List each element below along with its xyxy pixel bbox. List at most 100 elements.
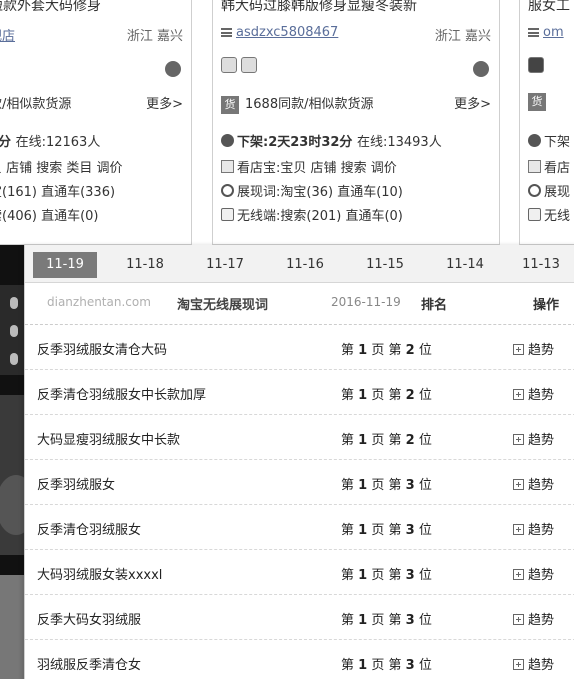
- check-icon: [528, 160, 541, 173]
- product-card-3[interactable]: 服女工 om 货 下架 看店 展现 无线: [519, 0, 574, 245]
- tab-date[interactable]: 11-13: [509, 252, 573, 278]
- tab-date[interactable]: 11-16: [273, 252, 337, 278]
- mobile-stats[interactable]: 无线端:搜索(201) 直通车(0): [237, 209, 403, 224]
- keyword-list: 反季羽绒服女清仓大码 第 1 页 第 2 位 趋势 反季清仓羽绒服女中长款加厚 …: [25, 325, 574, 679]
- more-link[interactable]: 更多>: [146, 93, 183, 112]
- tab-date[interactable]: 11-14: [433, 252, 497, 278]
- product-title[interactable]: 短款外套大码修身: [0, 0, 101, 15]
- keyword-stats[interactable]: 展现词:淘宝(36) 直通车(10): [237, 185, 403, 200]
- rank-cell: 第 1 页 第 2 位: [341, 433, 432, 448]
- status-line: 下架:2天23时32分 在线:13493人: [221, 131, 442, 150]
- keyword-cell: 反季清仓羽绒服女中长款加厚: [37, 388, 207, 403]
- product-title[interactable]: 服女工: [528, 0, 570, 15]
- chat-icon[interactable]: [165, 61, 181, 77]
- wangwang-icon[interactable]: [221, 57, 237, 73]
- image-fragment: [10, 297, 18, 309]
- image-fragment: [10, 353, 18, 365]
- table-row: 反季清仓羽绒服女中长款加厚 第 1 页 第 2 位 趋势: [25, 370, 574, 415]
- tab-date[interactable]: 11-19: [33, 252, 97, 278]
- check-icon: [221, 160, 234, 173]
- badge-icon: [241, 57, 257, 73]
- more-link[interactable]: 更多>: [454, 93, 491, 112]
- shop-link[interactable]: om: [543, 25, 564, 40]
- mobile-stats-row: 无线端:搜索(201) 直通车(0): [221, 205, 403, 224]
- supply-link[interactable]: 1688同款/相似款货源: [245, 97, 373, 112]
- trend-button[interactable]: 趋势: [513, 474, 554, 493]
- status-line: 1分 在线:12163人: [0, 131, 100, 150]
- shop-location: 浙江 嘉兴: [126, 29, 183, 44]
- keyword-cell: 大码显瘦羽绒服女中长款: [37, 433, 181, 448]
- table-row: 反季清仓羽绒服女 第 1 页 第 3 位 趋势: [25, 505, 574, 550]
- shop-row: om: [528, 25, 574, 45]
- phone-icon: [221, 208, 234, 221]
- supply-badge-icon: 货: [221, 95, 239, 114]
- mobile-stats[interactable]: 无线: [544, 209, 570, 224]
- product-card-2[interactable]: 韩大码过膝韩版修身显瘦冬装新 asdzxc5808467 浙江 嘉兴 货 1688…: [212, 0, 500, 245]
- product-title[interactable]: 韩大码过膝韩版修身显瘦冬装新: [221, 0, 417, 15]
- mobile-stats[interactable]: 索(406) 直通车(0): [0, 205, 99, 224]
- person-icon: [221, 184, 234, 197]
- trend-button[interactable]: 趋势: [513, 609, 554, 628]
- trend-button[interactable]: 趋势: [513, 339, 554, 358]
- shop-link[interactable]: 视店: [0, 29, 15, 44]
- image-fragment: [0, 575, 24, 679]
- icon-row: [528, 57, 574, 81]
- menu-icon: [528, 28, 539, 37]
- rank-cell: 第 1 页 第 3 位: [341, 568, 432, 583]
- keyword-stats[interactable]: 展现: [544, 185, 570, 200]
- tab-date[interactable]: 11-15: [353, 252, 417, 278]
- shop-link[interactable]: asdzxc5808467: [236, 25, 338, 40]
- online-count: 在线:12163人: [15, 135, 101, 150]
- header-date: 2016-11-19: [331, 295, 401, 309]
- expand-icon: [513, 479, 524, 490]
- tool-links[interactable]: 看店: [544, 161, 570, 176]
- expand-icon: [513, 524, 524, 535]
- keyword-rank-panel: 11-19 11-18 11-17 11-16 11-15 11-14 11-1…: [24, 245, 574, 679]
- keyword-cell: 反季羽绒服女清仓大码: [37, 343, 168, 358]
- clock-icon: [528, 134, 541, 147]
- keyword-stats[interactable]: 宝(161) 直通车(336): [0, 181, 115, 200]
- rank-cell: 第 1 页 第 3 位: [341, 478, 432, 493]
- brand-watermark: dianzhentan.com: [47, 295, 151, 309]
- delist-time: 1分: [0, 135, 11, 150]
- rank-column-header: 排名: [421, 298, 448, 313]
- table-row: 大码显瘦羽绒服女中长款 第 1 页 第 2 位 趋势: [25, 415, 574, 460]
- trend-button[interactable]: 趋势: [513, 519, 554, 538]
- product-card-1[interactable]: 短款外套大码修身 视店 浙江 嘉兴 款/相似款货源 更多> 1分 在线:1216…: [0, 0, 192, 245]
- supply-row: 货: [528, 93, 574, 115]
- status-line: 下架: [528, 131, 570, 150]
- clock-icon: [221, 134, 234, 147]
- expand-icon: [513, 344, 524, 355]
- keyword-stats-row: 展现: [528, 181, 570, 200]
- menu-icon: [221, 28, 232, 37]
- rank-cell: 第 1 页 第 3 位: [341, 613, 432, 628]
- trend-button[interactable]: 趋势: [513, 429, 554, 448]
- chat-icon[interactable]: [473, 61, 489, 77]
- rank-cell: 第 1 页 第 2 位: [341, 343, 432, 358]
- phone-icon: [528, 208, 541, 221]
- supply-link[interactable]: 款/相似款货源: [0, 97, 71, 112]
- tab-date[interactable]: 11-17: [193, 252, 257, 278]
- trend-button[interactable]: 趋势: [513, 654, 554, 673]
- online-count: 在线:13493人: [356, 135, 442, 150]
- date-tabs: 11-19 11-18 11-17 11-16 11-15 11-14 11-1…: [25, 245, 574, 283]
- tool-links-row: 看店: [528, 157, 570, 176]
- tool-links[interactable]: 贝 店铺 搜索 类目 调价: [0, 157, 123, 176]
- image-fragment: [0, 475, 24, 535]
- supply-row: 货 1688同款/相似款货源 更多>: [221, 93, 491, 115]
- table-row: 反季大码女羽绒服 第 1 页 第 3 位 趋势: [25, 595, 574, 640]
- expand-icon: [513, 434, 524, 445]
- keyword-cell: 反季清仓羽绒服女: [37, 523, 142, 538]
- expand-icon: [513, 614, 524, 625]
- icon-row: [221, 57, 491, 81]
- table-row: 大码羽绒服女装xxxxl 第 1 页 第 3 位 趋势: [25, 550, 574, 595]
- trend-button[interactable]: 趋势: [513, 384, 554, 403]
- supply-badge-icon: 货: [528, 93, 546, 111]
- rank-cell: 第 1 页 第 2 位: [341, 388, 432, 403]
- table-row: 反季羽绒服女清仓大码 第 1 页 第 2 位 趋势: [25, 325, 574, 370]
- tab-date[interactable]: 11-18: [113, 252, 177, 278]
- icon-row: [0, 57, 183, 81]
- delist-time: 下架:2天23时32分: [237, 135, 353, 150]
- tool-links[interactable]: 看店宝:宝贝 店铺 搜索 调价: [237, 161, 397, 176]
- trend-button[interactable]: 趋势: [513, 564, 554, 583]
